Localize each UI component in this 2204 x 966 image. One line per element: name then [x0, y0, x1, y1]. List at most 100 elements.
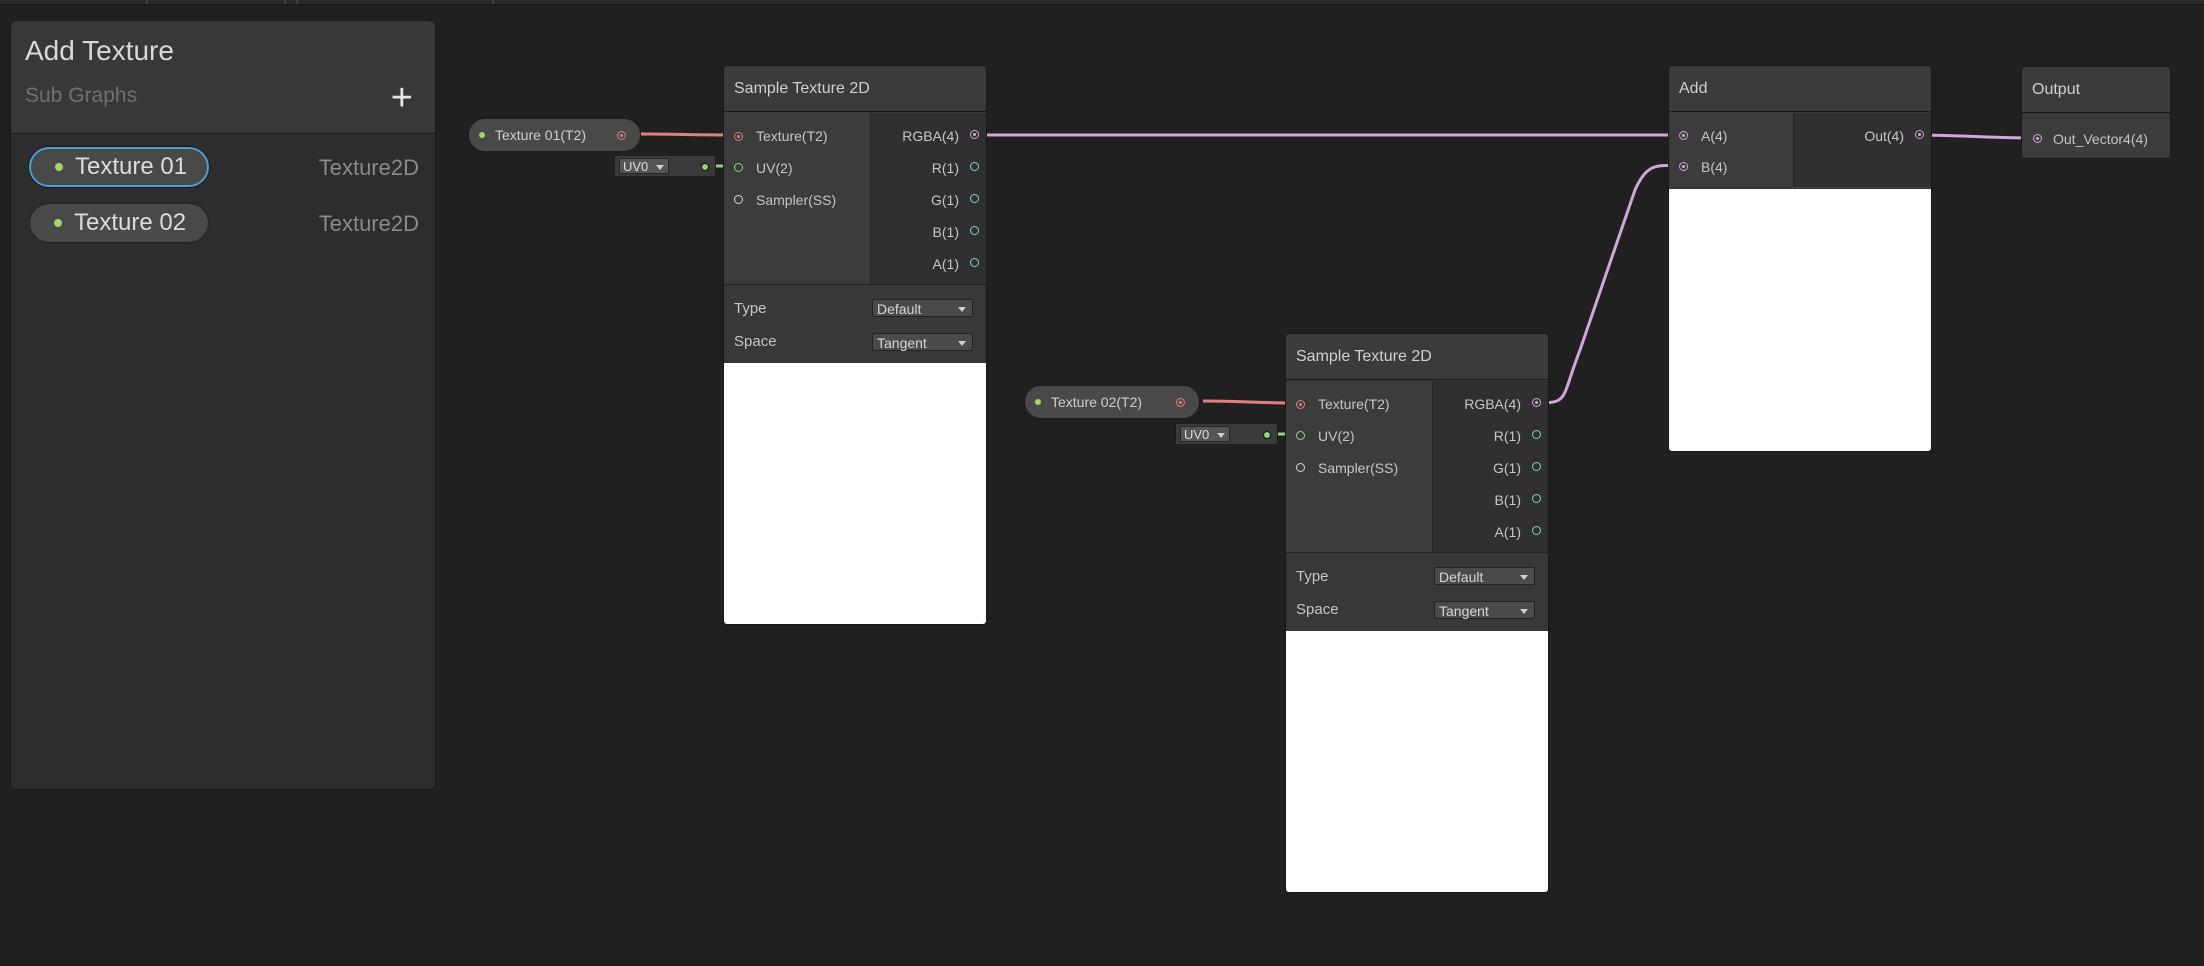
rgba-output-port-icon[interactable]: [970, 130, 979, 139]
sample-texture-2d-node[interactable]: Sample Texture 2D Texture(T2) UV(2) Samp…: [723, 65, 987, 625]
space-dropdown-value: Tangent: [877, 335, 927, 351]
a-input-port-icon[interactable]: [1679, 131, 1688, 140]
exposed-dot-icon: [1035, 399, 1041, 405]
sampler-input-port-icon[interactable]: [1296, 463, 1305, 472]
uv-dropdown-value: UV0: [1184, 427, 1210, 442]
space-dropdown[interactable]: Tangent: [1434, 601, 1535, 619]
out-output-port-icon[interactable]: [1915, 130, 1924, 139]
a-output-port-icon[interactable]: [970, 258, 979, 267]
property-type: Texture2D: [318, 155, 419, 180]
space-label: Space: [1296, 601, 1339, 618]
dropdown-arrow-icon: [958, 341, 966, 346]
g-output-port-icon[interactable]: [1532, 462, 1541, 471]
node-title: Add: [1669, 66, 1931, 112]
a-output-port-icon[interactable]: [1532, 526, 1541, 535]
b-input-port-icon[interactable]: [1679, 162, 1688, 171]
port-label: Out(4): [1864, 128, 1904, 144]
uv-dropdown-value: UV0: [623, 159, 649, 174]
wire-rgba2-to-add-b: [1532, 164, 1686, 405]
blackboard-subtitle: Sub Graphs: [25, 84, 138, 107]
port-label: UV(2): [1318, 428, 1355, 444]
sample-texture-2d-node[interactable]: Sample Texture 2D Texture(T2) UV(2) Samp…: [1285, 333, 1549, 893]
blackboard-panel[interactable]: Add Texture Sub Graphs + Texture 01 Text…: [10, 20, 436, 790]
output-port-icon[interactable]: [617, 131, 626, 140]
port-label: A(1): [1494, 524, 1521, 540]
node-outputs: RGBA(4) R(1) G(1) B(1) A(1): [870, 113, 986, 287]
node-inputs: A(4) B(4): [1669, 113, 1793, 187]
port-label: RGBA(4): [1464, 396, 1521, 412]
rgba-output-port-icon[interactable]: [1532, 398, 1541, 407]
port-label: A(1): [932, 256, 959, 272]
uv-pin-icon: [1263, 431, 1271, 439]
port-label: B(1): [932, 224, 959, 240]
property-name: Texture 01: [75, 153, 188, 180]
node-preview: [724, 363, 986, 624]
port-label: R(1): [1493, 428, 1521, 444]
port-label: RGBA(4): [902, 128, 959, 144]
property-node-label: Texture 02(T2): [1051, 394, 1143, 410]
g-output-port-icon[interactable]: [970, 194, 979, 203]
texture-input-port-icon[interactable]: [734, 132, 743, 141]
space-label: Space: [734, 333, 777, 350]
dropdown-arrow-icon: [1520, 575, 1528, 580]
property-node-texture-02[interactable]: Texture 02(T2): [1024, 385, 1200, 419]
sampler-input-port-icon[interactable]: [734, 195, 743, 204]
property-node-texture-01[interactable]: Texture 01(T2): [468, 118, 641, 152]
space-dropdown-value: Tangent: [1439, 603, 1489, 619]
b-output-port-icon[interactable]: [1532, 494, 1541, 503]
property-row[interactable]: Texture 01 Texture2D: [29, 147, 419, 191]
type-dropdown[interactable]: Default: [1434, 567, 1535, 585]
port-label: Sampler(SS): [1318, 460, 1399, 476]
property-pill-texture-02[interactable]: Texture 02: [29, 203, 209, 243]
blackboard-title: Add Texture: [25, 35, 174, 66]
exposed-dot-icon: [55, 163, 63, 171]
port-label: Sampler(SS): [756, 192, 837, 208]
port-label: Texture(T2): [1318, 396, 1390, 412]
texture-input-port-icon[interactable]: [1296, 400, 1305, 409]
exposed-dot-icon: [54, 219, 62, 227]
uv-input-field[interactable]: UV0: [1175, 423, 1278, 445]
port-label: Out_Vector4(4): [2053, 131, 2148, 147]
node-outputs: Out(4): [1793, 113, 1931, 187]
node-preview: [1669, 189, 1931, 451]
node-inputs: Out_Vector4(4): [2022, 114, 2170, 158]
dropdown-arrow-icon: [656, 165, 664, 170]
property-type: Texture2D: [318, 211, 419, 236]
space-dropdown[interactable]: Tangent: [872, 333, 973, 351]
port-label: G(1): [931, 192, 959, 208]
dropdown-arrow-icon: [958, 307, 966, 312]
output-port-icon[interactable]: [1176, 398, 1185, 407]
property-node-label: Texture 01(T2): [495, 127, 587, 143]
add-node[interactable]: Add A(4) B(4) Out(4): [1668, 65, 1932, 452]
node-title: Output: [2022, 67, 2170, 113]
blackboard-header: Add Texture Sub Graphs +: [11, 21, 435, 134]
dropdown-arrow-icon: [1217, 433, 1225, 438]
port-label: R(1): [931, 160, 959, 176]
uv-input-port-icon[interactable]: [734, 163, 743, 172]
type-dropdown-value: Default: [1439, 569, 1484, 585]
node-outputs: RGBA(4) R(1) G(1) B(1) A(1): [1432, 381, 1548, 555]
uv-dropdown[interactable]: UV0: [619, 158, 669, 174]
r-output-port-icon[interactable]: [970, 162, 979, 171]
port-label: B(1): [1494, 492, 1521, 508]
exposed-dot-icon: [479, 132, 485, 138]
property-pill-texture-01[interactable]: Texture 01: [29, 147, 209, 187]
node-inputs: Texture(T2) UV(2) Sampler(SS): [724, 113, 870, 287]
dropdown-arrow-icon: [1520, 609, 1528, 614]
port-label: G(1): [1493, 460, 1521, 476]
property-row[interactable]: Texture 02 Texture2D: [29, 203, 419, 247]
uv-dropdown[interactable]: UV0: [1180, 426, 1230, 442]
uv-input-port-icon[interactable]: [1296, 431, 1305, 440]
add-property-button[interactable]: +: [391, 79, 413, 117]
uv-input-field[interactable]: UV0: [614, 155, 716, 177]
output-node[interactable]: Output Out_Vector4(4): [2021, 66, 2171, 159]
b-output-port-icon[interactable]: [970, 226, 979, 235]
node-title: Sample Texture 2D: [724, 66, 986, 112]
out-vector4-input-port-icon[interactable]: [2033, 134, 2042, 143]
port-label: Texture(T2): [756, 128, 828, 144]
type-label: Type: [734, 300, 767, 317]
node-title: Sample Texture 2D: [1286, 334, 1548, 380]
node-preview: [1286, 631, 1548, 892]
r-output-port-icon[interactable]: [1532, 430, 1541, 439]
type-dropdown[interactable]: Default: [872, 299, 973, 317]
